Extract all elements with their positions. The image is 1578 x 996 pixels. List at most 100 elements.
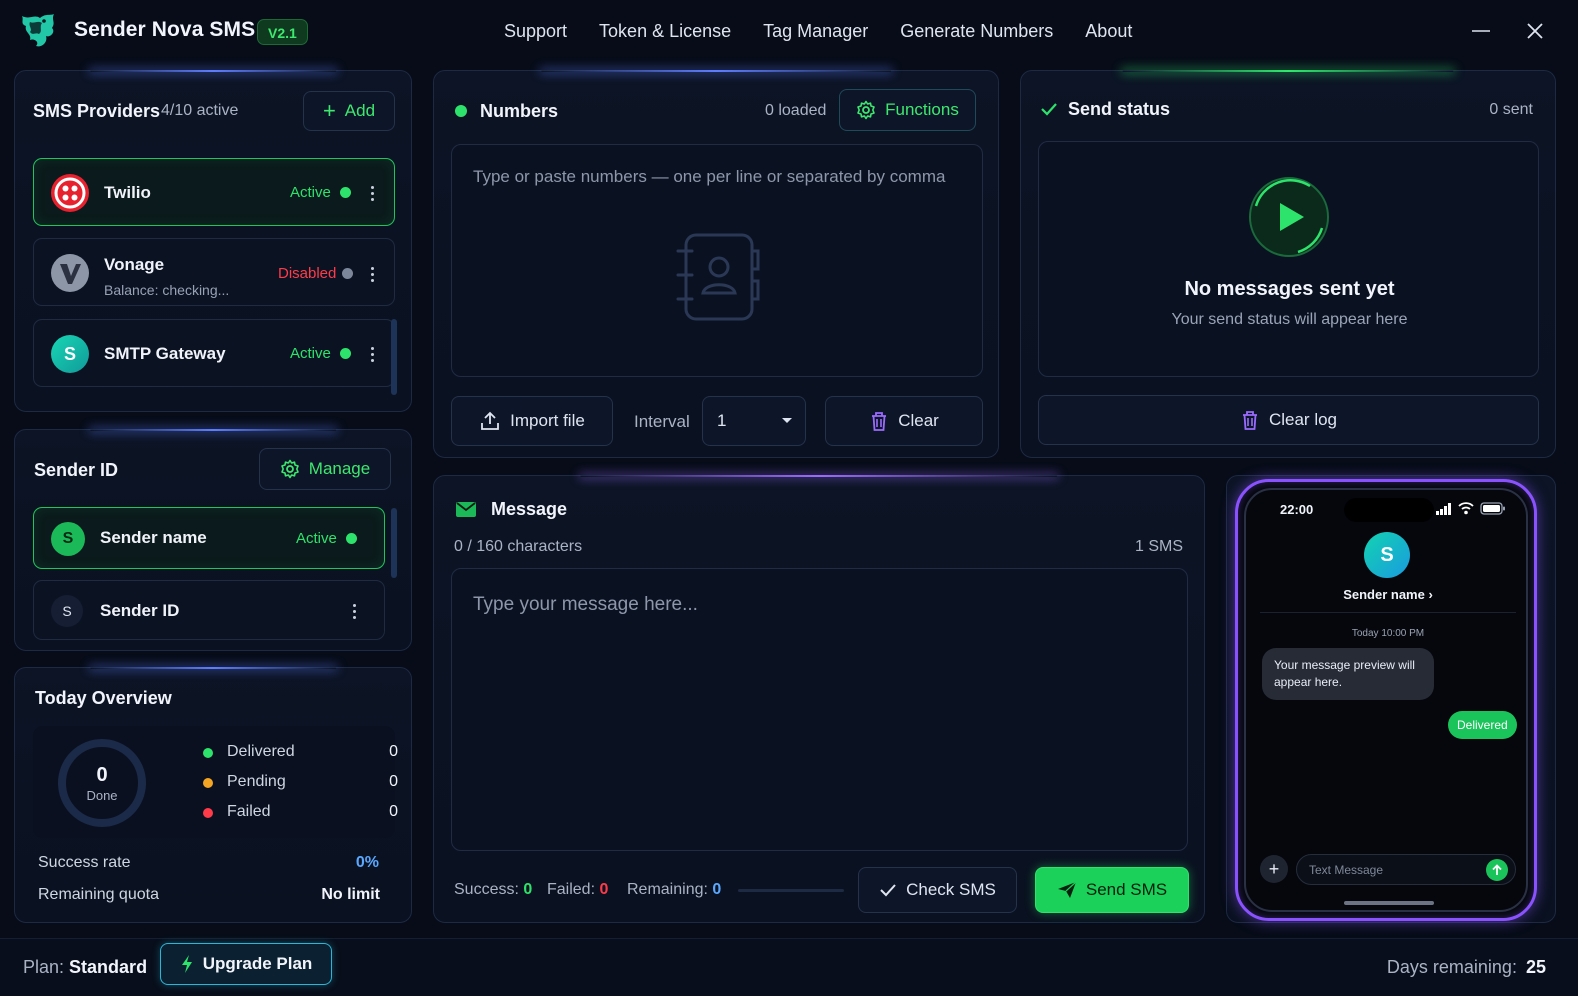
- manage-sender-label: Manage: [308, 459, 371, 478]
- sender-avatar: S: [51, 522, 85, 556]
- failed-stat: Failed: 0: [547, 881, 609, 898]
- upgrade-plan-label: Upgrade Plan: [202, 954, 313, 973]
- sender-row-sender-name[interactable]: S Sender name Active: [33, 507, 385, 569]
- provider-row-vonage[interactable]: Vonage Balance: checking... Disabled: [33, 238, 395, 306]
- phone-time: 22:00: [1280, 502, 1314, 517]
- nav-about[interactable]: About: [1069, 21, 1148, 42]
- sender-name: Sender ID: [100, 601, 180, 620]
- close-button[interactable]: [1520, 16, 1550, 46]
- sms-count: 1 SMS: [1134, 538, 1183, 555]
- upgrade-plan-button[interactable]: Upgrade Plan: [160, 943, 332, 985]
- message-input[interactable]: Type your message here...: [451, 568, 1188, 851]
- plan-info: Plan: Standard: [23, 957, 148, 977]
- sender-row-sender-id[interactable]: S Sender ID: [33, 580, 385, 640]
- trash-icon: [872, 412, 887, 431]
- numbers-input[interactable]: Type or paste numbers — one per line or …: [451, 144, 983, 377]
- attach-plus-button[interactable]: +: [1260, 855, 1288, 883]
- provider-balance: Balance: checking...: [104, 282, 230, 298]
- play-circle-icon: [1249, 177, 1329, 257]
- provider-menu-button[interactable]: [364, 263, 380, 285]
- phone-text-input[interactable]: Text Message: [1296, 854, 1516, 885]
- send-arrow-button[interactable]: [1486, 859, 1508, 881]
- manage-sender-button[interactable]: Manage: [259, 448, 391, 490]
- vonage-icon: [51, 254, 89, 292]
- dynamic-island: [1344, 498, 1434, 522]
- provider-row-twilio[interactable]: Twilio Active: [33, 158, 395, 226]
- top-nav: Support Token & License Tag Manager Gene…: [488, 0, 1148, 62]
- nav-support[interactable]: Support: [488, 21, 583, 42]
- send-status-title: Send status: [1068, 99, 1171, 119]
- providers-count: 4/10 active: [161, 102, 239, 119]
- check-icon: [1041, 103, 1057, 116]
- send-sms-label: Send SMS: [1085, 880, 1168, 899]
- overview-stats-box: 0 Done Delivered 0 Pending 0 Failed 0: [33, 726, 398, 838]
- send-sms-button[interactable]: Send SMS: [1035, 867, 1189, 913]
- clear-numbers-button[interactable]: Clear: [825, 396, 983, 446]
- gear-icon: [857, 100, 875, 120]
- paper-plane-icon: [1057, 881, 1077, 898]
- provider-name: SMTP Gateway: [104, 344, 226, 363]
- version-badge: V2.1: [257, 19, 308, 45]
- dragon-logo-icon: [22, 14, 54, 47]
- clear-log-button[interactable]: Clear log: [1038, 395, 1539, 445]
- status-dot: [340, 348, 351, 359]
- remaining-quota-label: Remaining quota: [38, 886, 159, 903]
- wifi-icon: [1458, 502, 1474, 515]
- send-status-panel: Send status 0 sent No messages sent yet …: [1020, 70, 1556, 458]
- nav-tag-manager[interactable]: Tag Manager: [747, 21, 884, 42]
- days-remaining: Days remaining: 25: [1386, 957, 1546, 977]
- sender-id-title: Sender ID: [34, 460, 119, 480]
- numbers-count: 0 loaded: [765, 102, 827, 119]
- functions-button[interactable]: Functions: [839, 89, 976, 131]
- numbers-status-dot: [455, 105, 467, 117]
- minimize-button[interactable]: [1466, 16, 1496, 46]
- providers-title: SMS Providers: [33, 101, 161, 121]
- done-label: Done: [86, 788, 118, 803]
- provider-status: Active: [290, 345, 331, 362]
- status-dot: [340, 187, 351, 198]
- sender-scrollbar[interactable]: [391, 508, 397, 578]
- provider-row-smtp-gateway[interactable]: S SMTP Gateway Active: [33, 319, 395, 387]
- check-sms-button[interactable]: Check SMS: [858, 867, 1017, 913]
- sender-avatar: S: [51, 595, 83, 627]
- provider-menu-button[interactable]: [364, 182, 380, 204]
- interval-value: 1: [717, 411, 727, 430]
- phone-frame: 22:00 S Sender name › Today 10:00 PM You…: [1235, 479, 1537, 921]
- remaining-stat: Remaining: 0: [627, 881, 722, 898]
- success-stat: Success: 0: [454, 881, 533, 898]
- send-log-area: No messages sent yet Your send status wi…: [1038, 141, 1539, 377]
- message-title: Message: [491, 499, 568, 519]
- minimize-icon: [1472, 30, 1490, 32]
- provider-menu-button[interactable]: [364, 343, 380, 365]
- import-file-button[interactable]: Import file: [451, 396, 613, 446]
- interval-label: Interval: [634, 412, 690, 431]
- numbers-title: Numbers: [480, 101, 559, 121]
- nav-token-license[interactable]: Token & License: [583, 21, 747, 42]
- nav-generate-numbers[interactable]: Generate Numbers: [884, 21, 1069, 42]
- contact-name[interactable]: Sender name ›: [1246, 587, 1526, 602]
- provider-status: Disabled: [278, 265, 337, 282]
- text-input-placeholder: Text Message: [1309, 863, 1384, 877]
- import-file-label: Import file: [510, 411, 585, 430]
- progress-bar: [738, 889, 844, 892]
- provider-status: Active: [290, 184, 331, 201]
- remaining-quota-value: No limit: [321, 886, 380, 903]
- today-overview-panel: Today Overview 0 Done Delivered 0 Pendin…: [14, 667, 412, 923]
- provider-name: Vonage: [104, 255, 165, 274]
- lightning-icon: [181, 955, 192, 973]
- success-rate-value: 0%: [355, 854, 379, 871]
- delivered-badge: Delivered: [1448, 711, 1517, 739]
- plus-icon: +: [1268, 858, 1280, 879]
- interval-select[interactable]: 1: [702, 396, 806, 446]
- providers-scrollbar[interactable]: [391, 319, 397, 395]
- provider-name: Twilio: [104, 183, 151, 202]
- message-panel: Message 0 / 160 characters 1 SMS Type yo…: [433, 475, 1205, 923]
- contact-avatar: S: [1364, 532, 1410, 578]
- plus-icon: +: [322, 98, 336, 123]
- empty-state-subtitle: Your send status will appear here: [1171, 311, 1408, 328]
- app-title: Sender Nova SMS: [74, 18, 256, 41]
- add-provider-button[interactable]: + Add: [303, 91, 395, 131]
- sender-menu-button[interactable]: [346, 600, 362, 622]
- twilio-icon: [51, 174, 89, 212]
- status-dot: [346, 533, 357, 544]
